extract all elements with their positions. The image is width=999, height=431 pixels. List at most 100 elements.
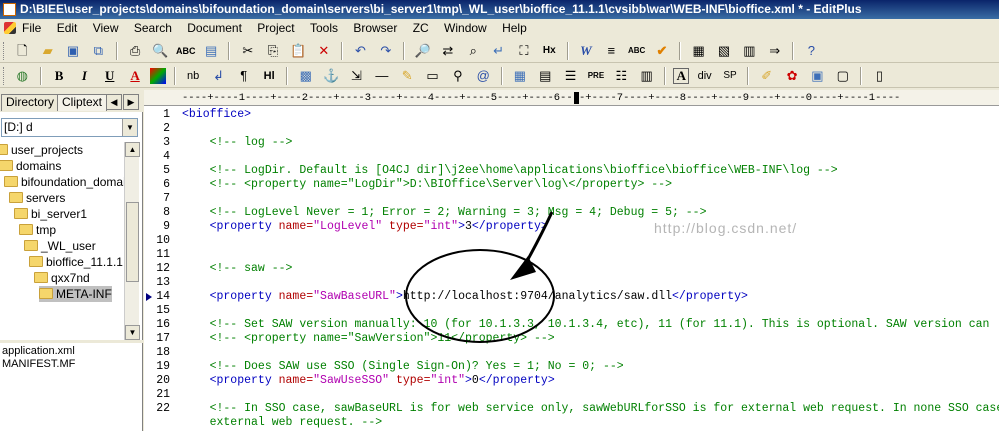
tree-folder-label: META-INF	[56, 287, 112, 301]
print-preview-icon[interactable]: 🔍	[150, 41, 170, 61]
frame-icon[interactable]: ▯	[869, 66, 889, 86]
menu-help[interactable]: Help	[496, 19, 533, 38]
menu-search[interactable]: Search	[128, 19, 178, 38]
find-icon[interactable]: 🔎	[413, 41, 433, 61]
table-row-icon[interactable]: ▤	[535, 66, 555, 86]
align-icon[interactable]: ☰	[561, 66, 581, 86]
cliptext-window-icon[interactable]: ▧	[714, 41, 734, 61]
menu-edit[interactable]: Edit	[51, 19, 84, 38]
center-icon[interactable]: ▥	[637, 66, 657, 86]
tab-cliptext[interactable]: Cliptext	[57, 94, 108, 111]
italic-button[interactable]: I	[74, 66, 94, 86]
tree-folder-item[interactable]: tmp	[19, 222, 56, 238]
menu-window[interactable]: Window	[438, 19, 493, 38]
image-icon[interactable]: ▩	[296, 66, 316, 86]
menu-browser[interactable]: Browser	[347, 19, 403, 38]
span-button[interactable]: SP	[720, 66, 740, 86]
paste-icon[interactable]: 📋	[288, 41, 308, 61]
directory-window-icon[interactable]: ▦	[689, 41, 709, 61]
tree-folder-item[interactable]: bioffice_11.1.1	[29, 254, 123, 270]
toolbar-grip[interactable]	[3, 42, 6, 60]
tree-folder-item[interactable]: user_projects	[0, 142, 83, 158]
tree-folder-item[interactable]: _WL_user	[24, 238, 96, 254]
tree-folder-item[interactable]: domains	[0, 158, 61, 174]
help-icon[interactable]: ?	[801, 41, 821, 61]
save-all-icon[interactable]: ⧉	[88, 41, 108, 61]
save-icon[interactable]: ▣	[63, 41, 83, 61]
bold-button[interactable]: B	[49, 66, 69, 86]
copy-icon[interactable]: ⎘	[263, 41, 283, 61]
tab-scroll-left-icon[interactable]: ◀	[106, 94, 122, 110]
a-tag-button[interactable]: A	[673, 68, 690, 84]
heading-button[interactable]: Hl	[259, 66, 279, 86]
scroll-up-icon[interactable]: ▲	[125, 142, 140, 157]
paragraph-button[interactable]: ¶	[234, 66, 254, 86]
nbsp-button[interactable]: nb	[183, 66, 203, 86]
comment-icon[interactable]: ▭	[423, 66, 443, 86]
check-icon[interactable]: ✔	[652, 41, 672, 61]
browser-view-icon[interactable]: ▤	[201, 41, 221, 61]
output-window-icon[interactable]: ▥	[739, 41, 759, 61]
font-button[interactable]: A	[125, 66, 145, 86]
tree-folder-label: bi_server1	[31, 207, 88, 221]
tree-folder-item[interactable]: META-INF	[39, 286, 112, 302]
tree-folder-item[interactable]: bifoundation_domain	[4, 174, 124, 190]
menu-view[interactable]: View	[87, 19, 125, 38]
spell-abc-icon[interactable]: ABC	[627, 41, 647, 61]
menu-tools[interactable]: Tools	[304, 19, 344, 38]
tree-folder-item[interactable]: servers	[9, 190, 65, 206]
spellcheck-icon[interactable]: ABC	[176, 41, 196, 61]
edit-icon[interactable]: ✐	[757, 66, 777, 86]
print-icon[interactable]: ⎙	[125, 41, 145, 61]
link-icon[interactable]: ⇲	[347, 66, 367, 86]
scroll-thumb[interactable]	[126, 202, 139, 282]
anchor-icon[interactable]: ⚓	[321, 66, 341, 86]
tree-folder-label: bifoundation_domain	[21, 175, 124, 189]
pre-button[interactable]: PRE	[586, 66, 606, 86]
ruler-icon[interactable]: ≡	[601, 41, 621, 61]
color-icon[interactable]	[150, 68, 167, 84]
find-in-files-icon[interactable]: ⌕	[463, 41, 483, 61]
file-list-item[interactable]: application.xml	[2, 345, 75, 358]
hr-icon[interactable]: ―	[372, 66, 392, 86]
drive-select[interactable]: [D:] d ▼	[1, 118, 138, 137]
next-window-icon[interactable]: ⇒	[765, 41, 785, 61]
tree-folder-item[interactable]: qxx7nd	[34, 270, 90, 286]
undo-icon[interactable]: ↶	[351, 41, 371, 61]
globe-icon[interactable]: ◍	[12, 66, 32, 86]
preview-icon[interactable]: ▢	[833, 66, 853, 86]
palette-icon[interactable]: ✿	[782, 66, 802, 86]
open-folder-icon[interactable]: ▰	[38, 41, 58, 61]
chevron-down-icon[interactable]: ▼	[122, 119, 137, 136]
div-button[interactable]: div	[695, 66, 715, 86]
search-icon[interactable]: ⚲	[448, 66, 468, 86]
replace-icon[interactable]: ⇄	[438, 41, 458, 61]
toolbar-grip[interactable]	[3, 67, 6, 85]
menu-document[interactable]: Document	[181, 19, 248, 38]
hex-icon[interactable]: Hx	[539, 41, 559, 61]
insert-image-icon[interactable]: ▣	[807, 66, 827, 86]
highlight-icon[interactable]: ✎	[397, 66, 417, 86]
menu-project[interactable]: Project	[251, 19, 300, 38]
word-wrap-icon[interactable]: ↵	[489, 41, 509, 61]
file-list-item[interactable]: MANIFEST.MF	[2, 358, 75, 371]
list-icon[interactable]: ☷	[611, 66, 631, 86]
underline-button[interactable]: U	[100, 66, 120, 86]
menu-file[interactable]: File	[0, 19, 47, 38]
email-icon[interactable]: @	[473, 66, 493, 86]
wrap-w-icon[interactable]: W	[576, 41, 596, 61]
editor-pane[interactable]: ----+----1----+----2----+----3----+----4…	[144, 90, 999, 431]
fullscreen-icon[interactable]: ⛶	[514, 41, 534, 61]
cut-icon[interactable]: ✂	[238, 41, 258, 61]
tab-scroll-right-icon[interactable]: ▶	[123, 94, 139, 110]
folder-tree-scrollbar[interactable]: ▲ ▼	[124, 142, 140, 340]
table-icon[interactable]: ▦	[510, 66, 530, 86]
scroll-down-icon[interactable]: ▼	[125, 325, 140, 340]
line-break-icon[interactable]: ↲	[208, 66, 228, 86]
new-file-icon[interactable]: 🗋	[12, 41, 32, 61]
delete-icon[interactable]: ✕	[314, 41, 334, 61]
tab-directory[interactable]: Directory	[1, 94, 60, 111]
menu-zc[interactable]: ZC	[407, 19, 435, 38]
tree-folder-item[interactable]: bi_server1	[14, 206, 87, 222]
redo-icon[interactable]: ↷	[376, 41, 396, 61]
